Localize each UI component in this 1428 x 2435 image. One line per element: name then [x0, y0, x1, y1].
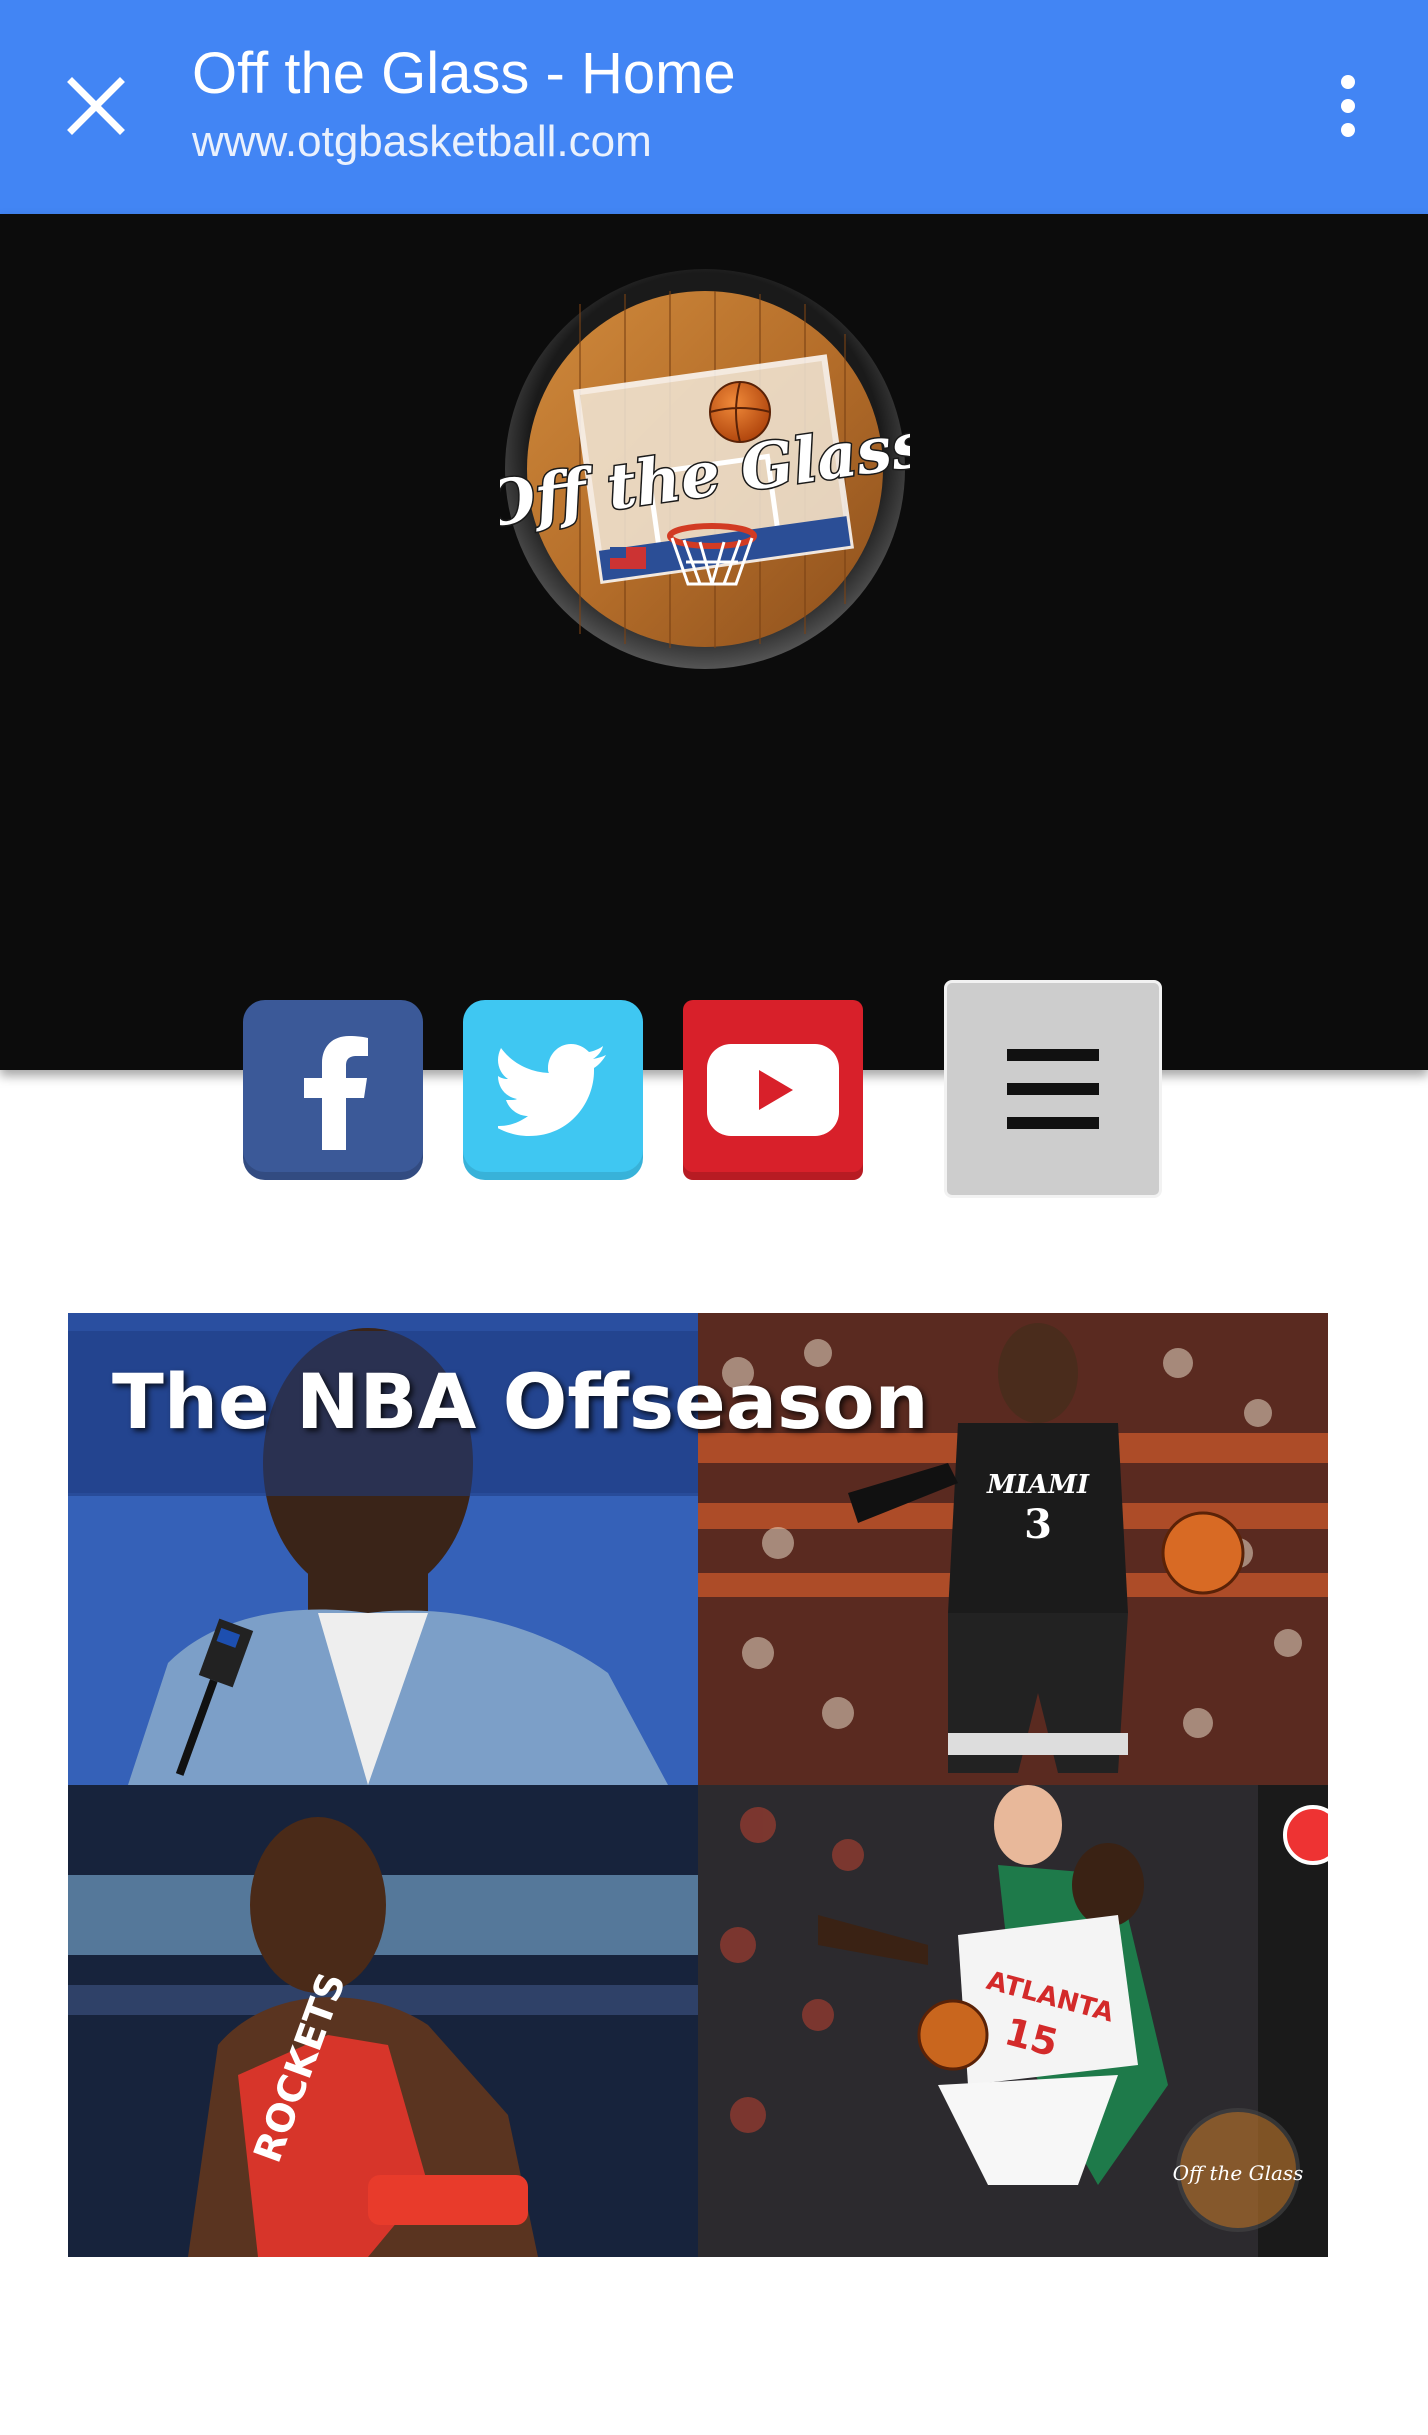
twitter-button[interactable] — [463, 1000, 643, 1180]
title-block[interactable]: Off the Glass - Home www.otgbasketball.c… — [192, 38, 736, 172]
featured-article-image[interactable]: MIAMI 3 ROCKETS ATLANTA 15 Off the Glass… — [68, 1313, 1328, 2257]
close-icon — [67, 77, 125, 135]
facebook-button[interactable] — [243, 1000, 423, 1180]
browser-toolbar: Off the Glass - Home www.otgbasketball.c… — [0, 0, 1428, 214]
twitter-icon — [498, 1044, 606, 1136]
social-links — [0, 786, 1428, 1198]
close-button[interactable] — [50, 60, 142, 152]
off-the-glass-logo[interactable]: Off the Glass — [500, 264, 910, 674]
more-vert-icon — [1341, 75, 1355, 89]
watermark-text: Off the Glass — [1173, 2161, 1304, 2185]
more-options-button[interactable] — [1320, 60, 1376, 152]
photo-atlanta-player: ATLANTA 15 Off the Glass — [698, 1785, 1328, 2257]
page-url: www.otgbasketball.com — [192, 117, 652, 166]
page-title: Off the Glass - Home — [192, 41, 736, 106]
youtube-icon — [707, 1044, 839, 1136]
facebook-icon — [304, 1036, 368, 1150]
featured-article-title[interactable]: The NBA Offseason — [112, 1357, 929, 1446]
jersey-number-3: 3 — [1024, 1501, 1052, 1548]
hamburger-menu-button[interactable] — [944, 980, 1162, 1198]
jersey-text-miami: MIAMI — [986, 1470, 1090, 1500]
site-header: Off the Glass — [0, 214, 1428, 1198]
youtube-button[interactable] — [683, 1000, 863, 1180]
photo-rockets-player: ROCKETS — [68, 1785, 698, 2257]
hamburger-menu-icon — [1007, 1049, 1099, 1061]
